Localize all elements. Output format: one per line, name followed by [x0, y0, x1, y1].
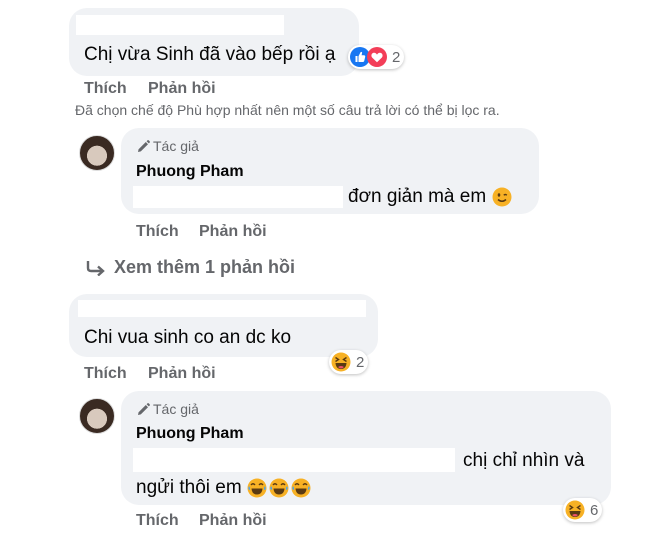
avatar[interactable]: [79, 135, 115, 171]
wink-emoji-icon: [492, 187, 512, 207]
reply-text: đơn giản mà em: [348, 186, 512, 208]
emoji-group: [247, 478, 311, 498]
author-badge-label: Tác giả: [153, 138, 199, 154]
laugh-emoji-icon: [269, 478, 289, 498]
redacted-name: [133, 448, 455, 472]
reply-button[interactable]: Phản hồi: [199, 223, 267, 241]
reply-text-content: ngửi thôi em: [136, 477, 242, 498]
filter-notice: Đã chọn chế độ Phù hợp nhất nên một số c…: [75, 102, 500, 118]
view-more-label: Xem thêm 1 phản hồi: [114, 257, 296, 277]
laugh-emoji-icon: [331, 352, 351, 372]
reply-text-content: đơn giản mà em: [348, 186, 487, 207]
author-name[interactable]: Phuong Pham: [136, 163, 244, 181]
laugh-emoji-icon: [565, 500, 585, 520]
like-button[interactable]: Thích: [84, 365, 127, 383]
love-icon: [367, 47, 387, 67]
author-name[interactable]: Phuong Pham: [136, 425, 244, 443]
reply-text-line2: ngửi thôi em: [136, 477, 311, 499]
reaction-summary[interactable]: 6: [563, 498, 603, 522]
reply-button[interactable]: Phản hồi: [199, 512, 267, 530]
pencil-icon: [138, 139, 150, 152]
laugh-emoji-icon: [291, 478, 311, 498]
like-button[interactable]: Thích: [136, 512, 179, 530]
avatar[interactable]: [79, 398, 115, 434]
view-more-replies[interactable]: Xem thêm 1 phản hồi: [86, 257, 295, 278]
redacted-name: [78, 300, 366, 317]
laugh-emoji-icon: [247, 478, 267, 498]
reply-button[interactable]: Phản hồi: [148, 365, 216, 383]
reply-text-line1: chị chỉ nhìn và: [463, 450, 585, 471]
like-button[interactable]: Thích: [136, 223, 179, 241]
reaction-count: 6: [590, 501, 599, 519]
reaction-count: 2: [392, 48, 401, 66]
author-badge: Tác giả: [137, 401, 199, 417]
redacted-name: [133, 186, 343, 208]
reply-button[interactable]: Phản hồi: [148, 80, 216, 98]
reaction-count: 2: [356, 353, 365, 371]
reply-arrow-icon: [86, 260, 105, 276]
reaction-summary[interactable]: 2: [329, 350, 369, 374]
pencil-icon: [138, 402, 150, 415]
redacted-name: [76, 15, 284, 35]
author-badge: Tác giả: [137, 138, 199, 154]
like-button[interactable]: Thích: [84, 80, 127, 98]
comment-text: Chị vừa Sinh đã vào bếp rồi ạ: [84, 44, 336, 65]
comment-text: Chi vua sinh co an dc ko: [84, 327, 292, 348]
author-badge-label: Tác giả: [153, 401, 199, 417]
reaction-summary[interactable]: 2: [348, 45, 405, 69]
